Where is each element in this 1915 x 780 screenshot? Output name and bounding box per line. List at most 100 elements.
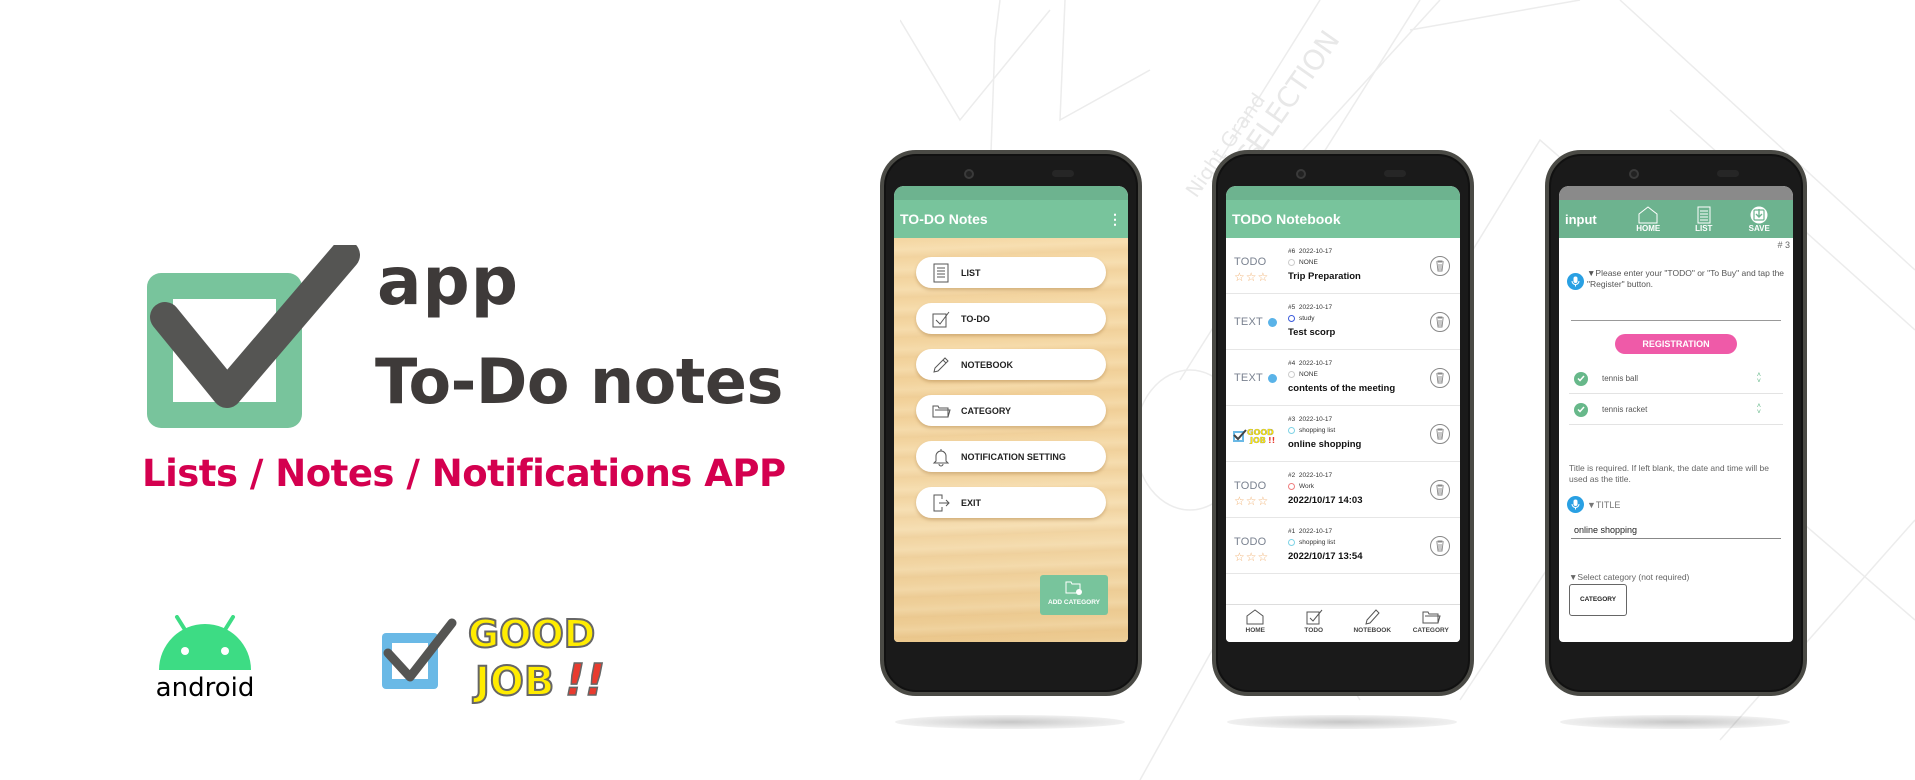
goodjob-line1: GOOD [468,612,595,656]
nav-label: CATEGORY [1412,627,1449,634]
menu-label: TO-DO [961,313,990,324]
reorder-handle-icon[interactable]: ˄ ˅ [1757,372,1761,385]
menu-button-category[interactable]: CATEGORY [916,395,1106,426]
toolbar-label: HOME [1636,223,1661,233]
registered-item[interactable]: tennis racket ˄ ˅ [1569,395,1783,425]
menu-button-notification-setting[interactable]: NOTIFICATION SETTING [916,441,1106,472]
category-label: shopping list [1299,539,1336,546]
trash-icon [1436,540,1444,552]
menu-label: CATEGORY [961,405,1012,416]
toolbar-list-button[interactable]: LIST [1676,206,1732,233]
reorder-handle-icon[interactable]: ˄ ˅ [1757,403,1761,416]
item-id: #5 [1288,304,1296,311]
item-id: #3 [1288,416,1296,423]
title-label: ▼TITLE [1587,500,1621,510]
category-color-dot [1288,483,1295,490]
phone3-screen: input HOME LIST SAVE # 3 ▼Please enter y… [1559,186,1793,642]
item-id: #6 [1288,248,1296,255]
nav-home[interactable]: HOME [1226,605,1285,642]
menu-label: EXIT [961,497,982,508]
title-voice-input-button[interactable] [1567,496,1584,513]
item-date: 2022-10-17 [1298,248,1333,255]
input-hint: ▼Please enter your "TODO" or "To Buy" an… [1587,268,1785,290]
item-kind: TEXT [1234,372,1277,384]
voice-input-button[interactable] [1567,273,1584,290]
folder-icon [932,405,951,417]
category-color-dot [1288,427,1295,434]
check-circle-icon[interactable] [1574,402,1588,417]
phone1-screen: TO-DO Notes ⋮ LIST TO-DO NOTEBOOK CATEGO… [894,186,1128,642]
menu-button-todo[interactable]: TO-DO [916,303,1106,334]
item-title: Test scorp [1288,327,1336,338]
overflow-menu-icon[interactable]: ⋮ [1108,212,1122,226]
toolbar-save-button[interactable]: SAVE [1732,206,1788,233]
add-category-button[interactable]: ADD CATEGORY [1040,575,1108,615]
check-circle-icon[interactable] [1574,371,1588,386]
item-date: 2022-10-17 [1298,528,1333,535]
earpiece-speaker [1717,170,1739,177]
category-color-dot [1288,371,1295,378]
todo-input-field[interactable] [1571,320,1781,321]
phone-shadow [1227,715,1457,729]
priority-stars[interactable]: ☆☆☆ [1234,270,1269,284]
list-item[interactable]: TEXT #4 2022-10-17 NONE contents of the … [1226,350,1460,406]
delete-button[interactable] [1430,256,1450,276]
save-download-icon [1750,206,1768,223]
priority-stars[interactable]: ☆☆☆ [1234,550,1269,564]
brand-tagline: Lists / Notes / Notifications APP [142,452,786,495]
priority-stars[interactable]: ☆☆☆ [1234,494,1269,508]
list-item[interactable]: GOOD JOB !! #3 2022-10-17 shopping list … [1226,406,1460,462]
category-label: shopping list [1299,427,1336,434]
registered-item[interactable]: tennis ball ˄ ˅ [1569,364,1783,394]
delete-button[interactable] [1430,424,1450,444]
category-label: NONE [1299,371,1318,378]
list-item[interactable]: TEXT #5 2022-10-17 study Test scorp [1226,294,1460,350]
nav-notebook[interactable]: NOTEBOOK [1343,605,1402,642]
phone-shadow [1560,715,1790,729]
exit-icon [933,494,950,511]
delete-button[interactable] [1430,536,1450,556]
microphone-icon [1571,276,1580,287]
pencil-icon [1365,609,1380,625]
toolbar-home-button[interactable]: HOME [1621,205,1677,233]
item-meta: #3 2022-10-17 [1288,416,1332,423]
item-category: shopping list [1288,539,1335,546]
phone-input-screen: input HOME LIST SAVE # 3 ▼Please enter y… [1545,150,1807,696]
item-meta: #4 2022-10-17 [1288,360,1332,367]
item-date: 2022-10-17 [1298,472,1333,479]
checkbox-icon [932,311,950,327]
list-item[interactable]: TODO ☆☆☆ #1 2022-10-17 shopping list 202… [1226,518,1460,574]
category-button[interactable]: CATEGORY [1569,584,1627,616]
item-number: # 3 [1777,240,1790,250]
checkbox-icon [1306,609,1323,625]
toolbar-label: SAVE [1748,223,1770,233]
earpiece-speaker [1052,170,1074,177]
trash-icon [1436,260,1444,272]
menu-label: LIST [961,267,981,278]
svg-text:JOB: JOB [1249,436,1266,444]
folder-icon [1422,611,1441,624]
title-input[interactable] [1571,521,1781,539]
menu-button-list[interactable]: LIST [916,257,1106,288]
list-item[interactable]: TODO ☆☆☆ #6 2022-10-17 NONE Trip Prepara… [1226,238,1460,294]
nav-label: HOME [1245,627,1266,634]
registration-button[interactable]: REGISTRATION [1615,334,1737,354]
category-select-label: ▼Select category (not required) [1569,572,1690,582]
title-note: Title is required. If left blank, the da… [1569,463,1770,485]
item-meta: #2 2022-10-17 [1288,472,1332,479]
item-meta: #5 2022-10-17 [1288,304,1332,311]
trash-icon [1436,484,1444,496]
nav-category[interactable]: CATEGORY [1402,605,1461,642]
item-id: #4 [1288,360,1296,367]
menu-button-exit[interactable]: EXIT [916,487,1106,518]
delete-button[interactable] [1430,312,1450,332]
front-camera [1629,169,1639,179]
menu-button-notebook[interactable]: NOTEBOOK [916,349,1106,380]
list-item[interactable]: TODO ☆☆☆ #2 2022-10-17 Work 2022/10/17 1… [1226,462,1460,518]
delete-button[interactable] [1430,480,1450,500]
nav-todo[interactable]: TODO [1285,605,1344,642]
item-kind-label: TEXT [1234,372,1263,384]
bell-icon [932,448,950,466]
item-kind: TEXT [1234,316,1277,328]
delete-button[interactable] [1430,368,1450,388]
